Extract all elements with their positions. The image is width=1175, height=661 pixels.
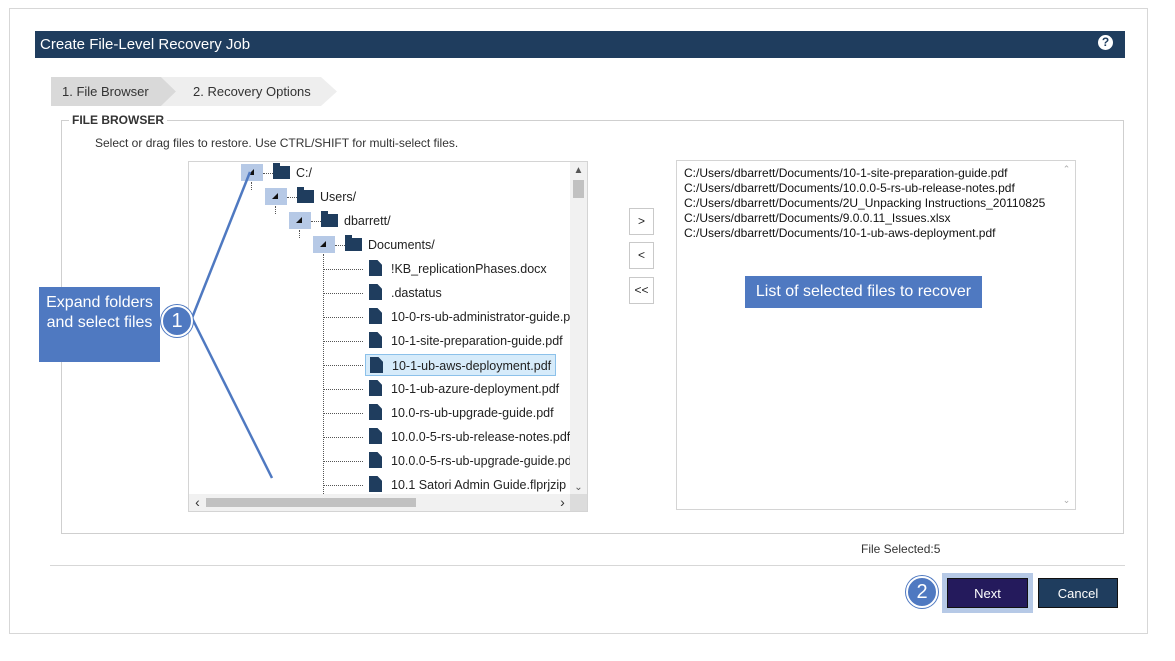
step-2-marker: 2: [906, 576, 938, 608]
footer-divider: [50, 565, 1125, 566]
cancel-button[interactable]: Cancel: [1038, 578, 1118, 608]
annotation-line: [190, 171, 252, 319]
step-1-marker: 1: [161, 305, 193, 337]
next-button[interactable]: Next: [947, 578, 1028, 608]
annotation-line: [190, 317, 274, 479]
selected-files-callout: List of selected files to recover: [745, 276, 982, 308]
file-selected-count: File Selected:5: [861, 542, 941, 556]
expand-folders-callout: Expand folders and select files: [39, 287, 160, 362]
